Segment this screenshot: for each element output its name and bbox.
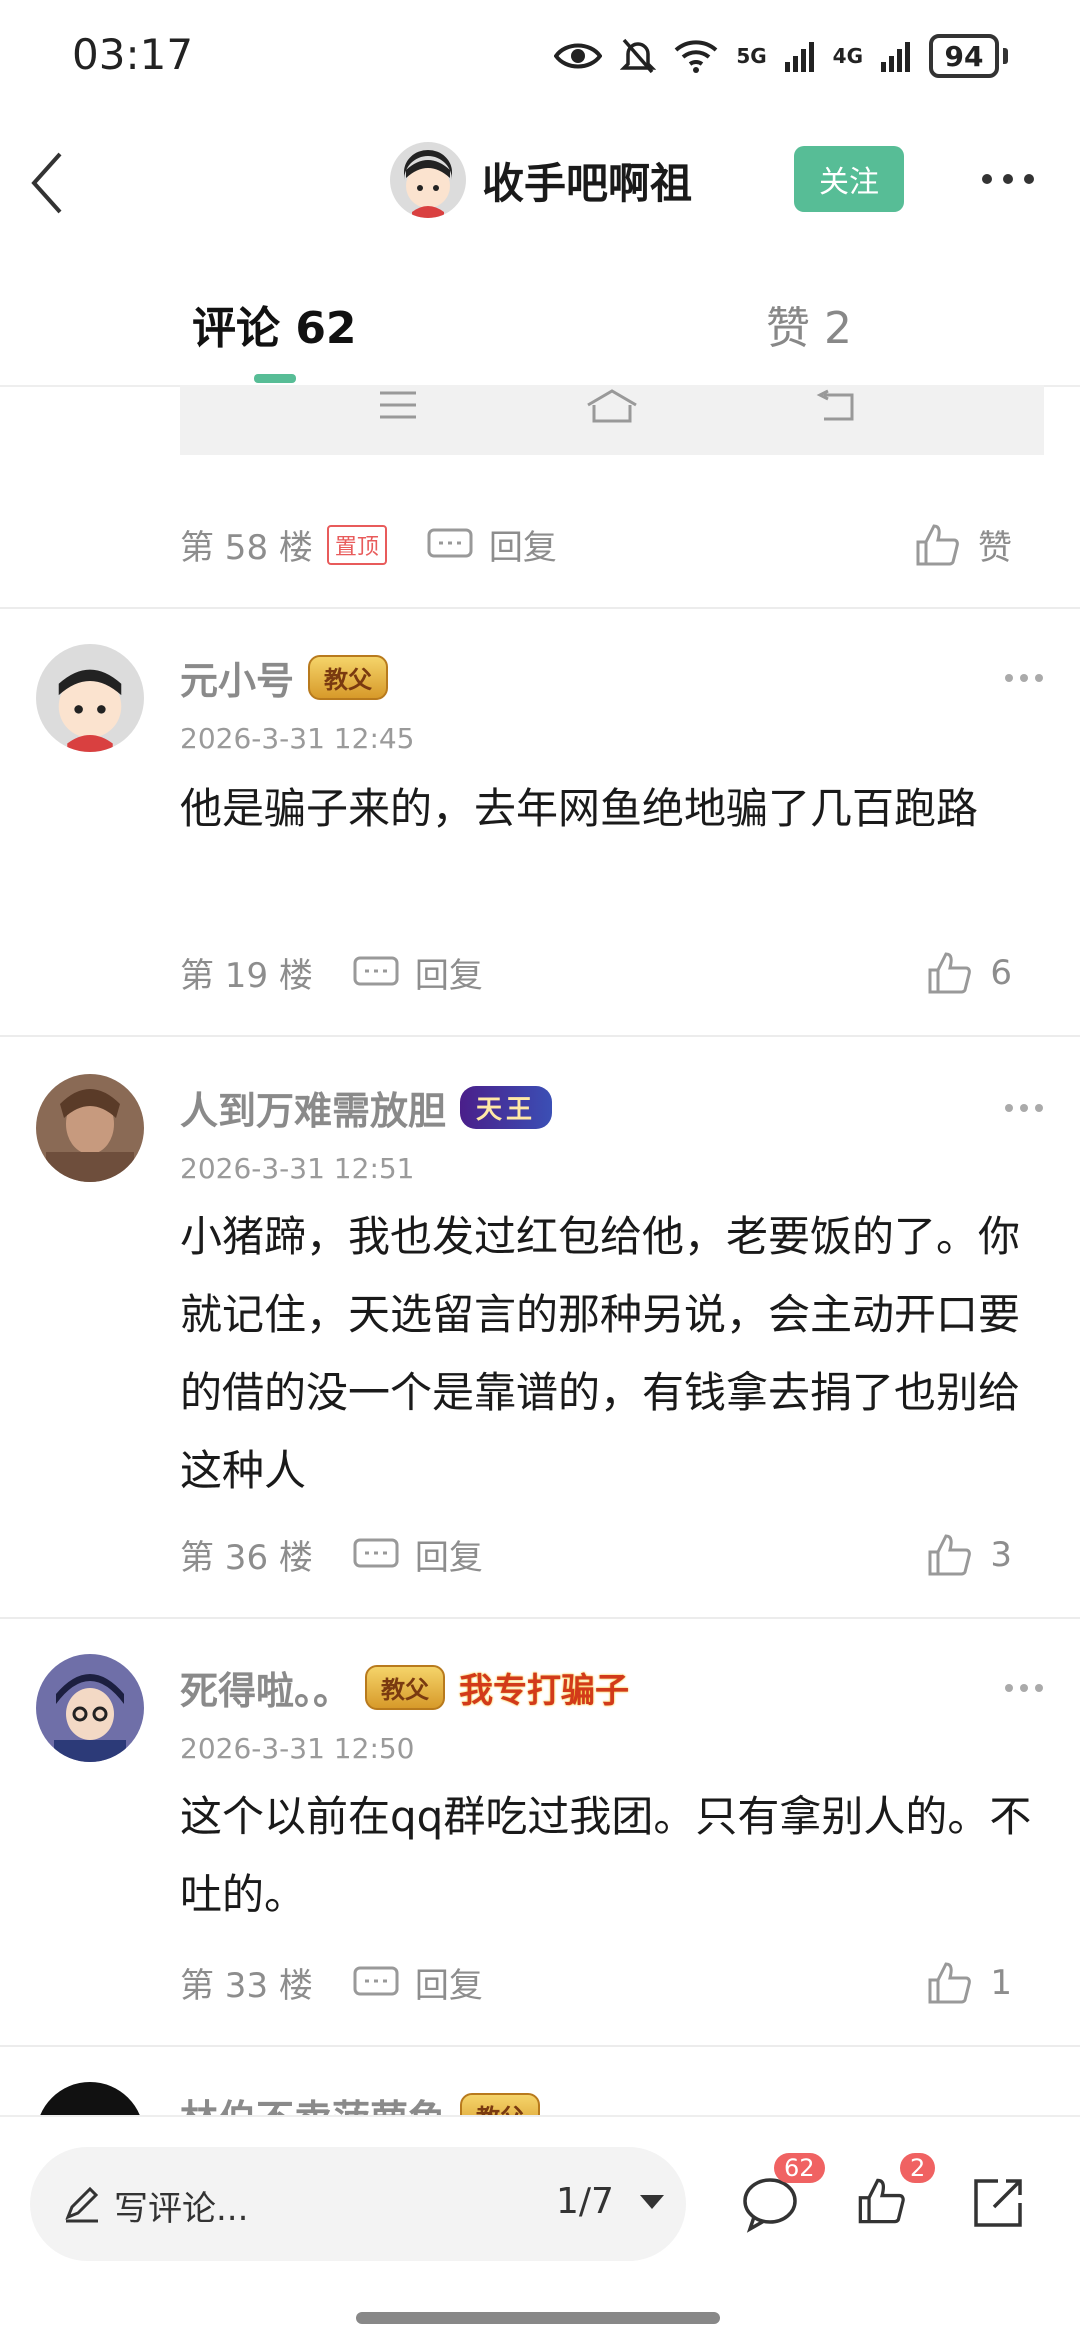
signal-icon-2 <box>881 42 910 72</box>
author-avatar[interactable] <box>390 142 466 218</box>
like-count: 1 <box>990 1962 1012 2003</box>
thumbs-up-icon <box>928 1533 972 1575</box>
like-button[interactable]: 6 <box>926 950 1012 996</box>
reply-icon[interactable] <box>353 1966 399 2000</box>
commenter-avatar[interactable] <box>36 644 144 752</box>
thumbs-up-icon <box>928 951 972 993</box>
signal-icon <box>784 42 814 72</box>
rank-badge: 教父 <box>365 1665 446 1710</box>
title-badge: 我专打骗子 <box>459 1671 630 1711</box>
reply-button[interactable]: 回复 <box>415 948 483 997</box>
divider <box>0 1617 1080 1619</box>
comment-text: 小猪蹄，我也发过红包给他，老要饭的了。你就记住，天选留言的那种另说，会主动开口要… <box>180 1212 1021 1495</box>
anime-avatar-icon <box>36 1654 144 1762</box>
return-arrow-icon <box>816 389 854 421</box>
comment-text: 这个以前在qq群吃过我团。只有拿别人的。不吐的。 <box>180 1792 1032 1919</box>
cartoon-avatar-icon <box>390 142 466 218</box>
network-4g-label: 4G <box>832 44 863 68</box>
comment-more-icon[interactable] <box>1004 1682 1044 1694</box>
share-icon[interactable] <box>968 2173 1028 2233</box>
like-button[interactable]: 1 <box>926 1960 1012 2006</box>
like-count-badge: 2 <box>900 2153 936 2183</box>
follow-button[interactable]: 关注 <box>794 146 904 212</box>
page-indicator[interactable]: 1/7 <box>556 2181 614 2222</box>
eye-icon <box>554 43 603 69</box>
reply-icon[interactable] <box>353 1538 399 1572</box>
mute-bell-icon <box>620 38 657 74</box>
comment-text: 他是骗子来的，去年网鱼绝地骗了几百跑路 <box>180 784 979 833</box>
floor-number: 第 36 楼 <box>180 1538 313 1578</box>
tab-active-indicator <box>254 374 296 383</box>
bottom-action-bar: 写评论... 1/7 62 2 <box>0 2115 1080 2342</box>
comment-author[interactable]: 元小号 教父 <box>180 650 389 705</box>
comment-footer: 第 33 楼 回复 1 <box>180 1958 1050 2007</box>
username[interactable]: 死得啦。。 <box>180 1660 351 1715</box>
home-indicator[interactable] <box>356 2312 720 2324</box>
comments-button[interactable]: 62 <box>740 2153 825 2233</box>
rank-badge: 天王 <box>460 1086 553 1129</box>
comment-footer: 第 19 楼 回复 6 <box>180 948 1050 997</box>
comment-author[interactable]: 死得啦。。 教父 我专打骗子 <box>180 1660 629 1715</box>
comment-timestamp: 2026-3-31 12:45 <box>180 722 415 755</box>
like-count: 3 <box>990 1534 1012 1575</box>
page-title: 收手吧啊祖 <box>482 159 693 208</box>
tab-comments[interactable]: 评论 62 <box>192 292 357 356</box>
comment-input[interactable]: 写评论... 1/7 <box>30 2147 686 2261</box>
comment-count-badge: 62 <box>774 2153 825 2183</box>
battery-indicator: 94 <box>929 34 999 78</box>
like-label: 赞 <box>978 528 1012 568</box>
reply-button[interactable]: 回复 <box>415 1958 483 2007</box>
tab-likes[interactable]: 赞 2 <box>766 292 852 356</box>
back-arrow-icon[interactable] <box>28 148 68 218</box>
rank-badge: 教父 <box>308 655 389 700</box>
status-bar: 03:17 5G 4G 94 <box>0 0 1080 120</box>
home-outline-icon <box>587 389 637 423</box>
cartoon-avatar-icon <box>36 644 144 752</box>
battery-level: 94 <box>944 39 984 73</box>
status-icons: 5G 4G 94 <box>554 34 1008 78</box>
comment-input-placeholder: 写评论... <box>114 2189 249 2229</box>
more-options-icon[interactable] <box>980 172 1036 186</box>
comment-more-icon[interactable] <box>1004 1102 1044 1114</box>
reply-button[interactable]: 回复 <box>415 1530 483 1579</box>
comment-author[interactable]: 人到万难需放胆 天王 <box>180 1080 553 1135</box>
comment-timestamp: 2026-3-31 12:50 <box>180 1732 415 1765</box>
thumbs-up-icon <box>858 2178 905 2224</box>
like-button[interactable]: 赞 <box>914 520 1012 569</box>
comment-more-icon[interactable] <box>1004 672 1044 684</box>
menu-lines-icon <box>380 391 416 419</box>
caret-down-icon[interactable] <box>640 2195 664 2209</box>
pencil-icon <box>65 2186 99 2223</box>
floor-number: 第 33 楼 <box>180 1966 313 2006</box>
photo-avatar-icon <box>36 1074 144 1182</box>
floor-number: 第 58 楼 <box>180 528 313 568</box>
battery-cap <box>1003 48 1008 64</box>
commenter-avatar[interactable] <box>36 1654 144 1762</box>
top-nav: 收手吧啊祖 关注 <box>0 120 1080 250</box>
thumbs-up-icon <box>916 523 959 565</box>
reply-button[interactable]: 回复 <box>489 520 557 569</box>
divider <box>0 1035 1080 1037</box>
divider <box>0 607 1080 609</box>
status-time: 03:17 <box>72 30 194 79</box>
commenter-avatar[interactable] <box>36 1074 144 1182</box>
username[interactable]: 元小号 <box>180 650 294 705</box>
divider <box>0 2045 1080 2047</box>
comment-footer: 第 36 楼 回复 3 <box>180 1530 1050 1579</box>
reply-icon[interactable] <box>353 956 399 990</box>
comment-timestamp: 2026-3-31 12:51 <box>180 1152 415 1185</box>
tab-bar: 评论 62 赞 2 <box>0 250 1080 387</box>
floor-number: 第 19 楼 <box>180 956 313 996</box>
like-button[interactable]: 3 <box>926 1532 1012 1578</box>
pinned-post-footer: 第 58 楼 置顶 回复 赞 <box>180 520 1050 569</box>
network-5g-label: 5G <box>736 44 767 68</box>
thumbs-up-icon <box>928 1961 972 2003</box>
wifi-icon <box>674 40 718 73</box>
username[interactable]: 人到万难需放胆 <box>180 1080 446 1135</box>
like-count: 6 <box>990 952 1012 993</box>
attached-image-fragment[interactable] <box>180 385 1044 455</box>
like-post-button[interactable]: 2 <box>856 2153 936 2233</box>
reply-icon[interactable] <box>427 528 473 562</box>
pinned-badge: 置顶 <box>326 524 387 565</box>
